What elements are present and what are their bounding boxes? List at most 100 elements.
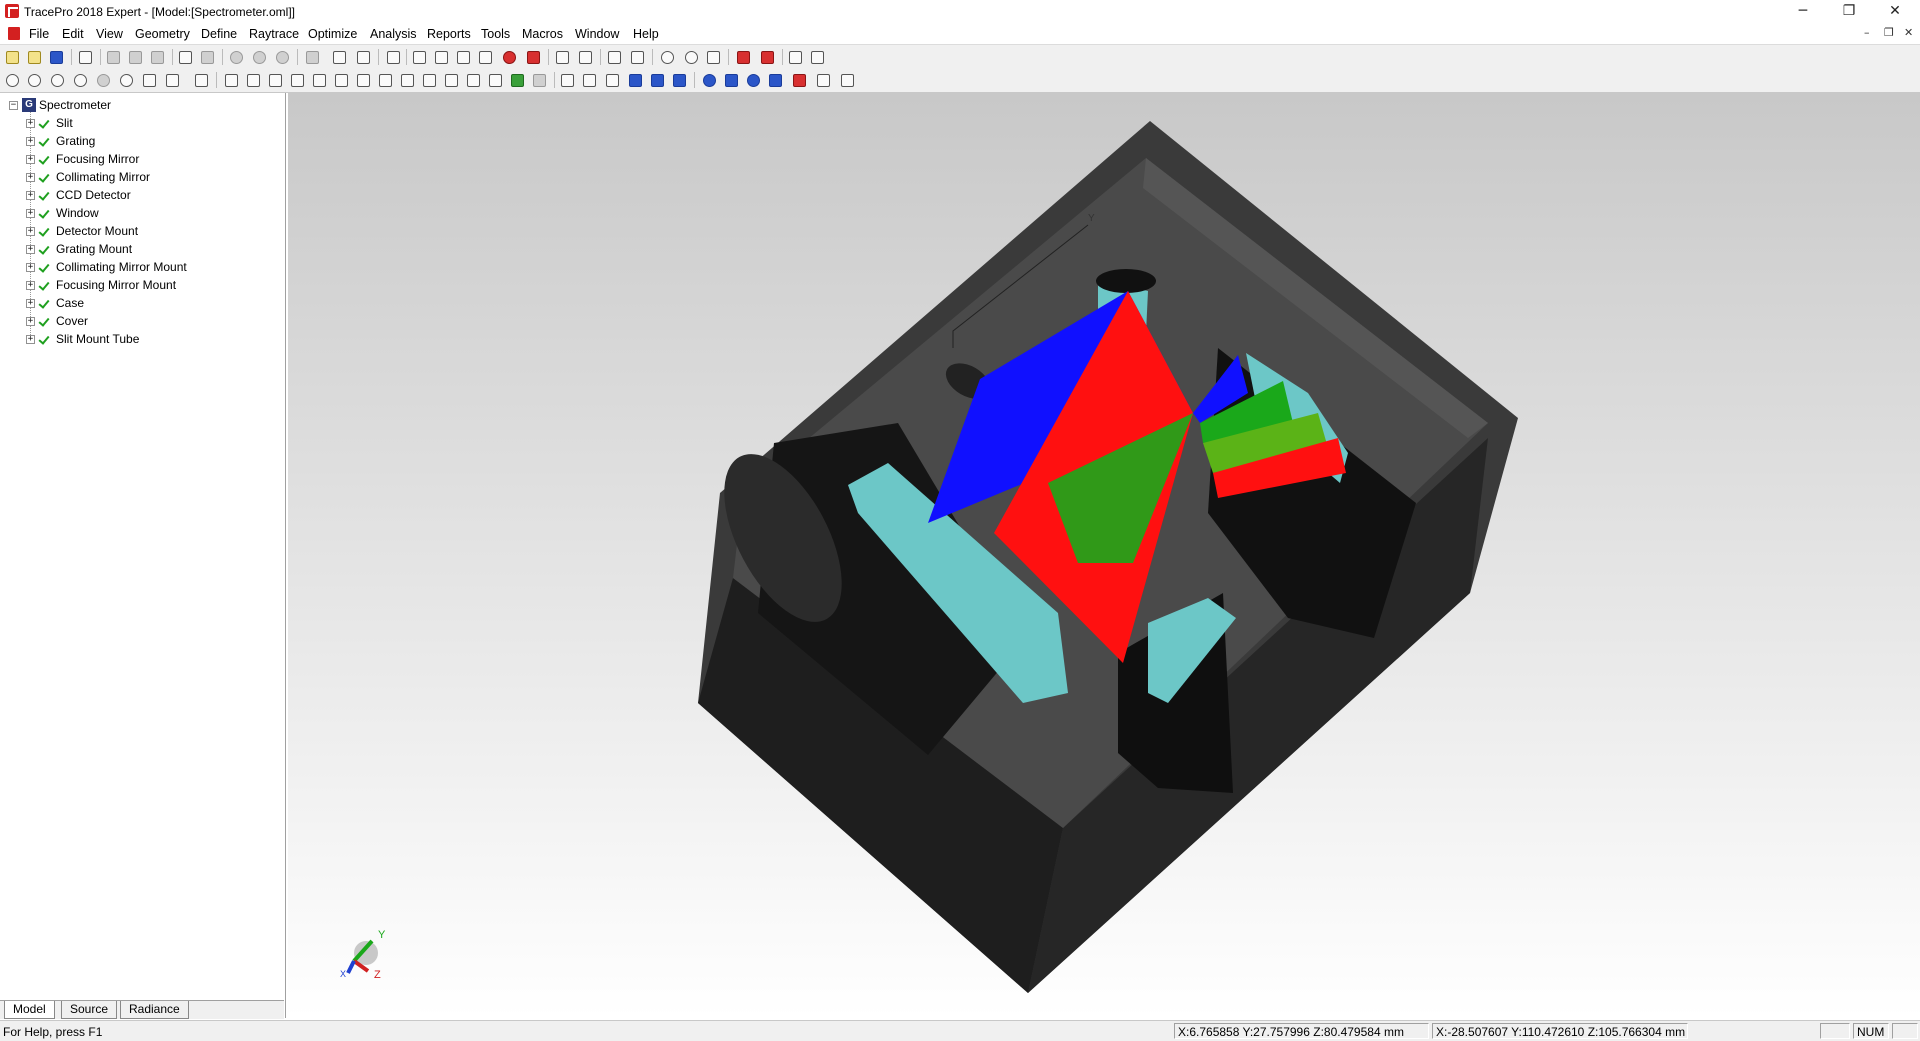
zoom-out-icon[interactable] <box>25 71 43 89</box>
source-properties-icon[interactable] <box>500 48 518 66</box>
minimize-button[interactable]: ─ <box>1780 0 1826 22</box>
print-icon[interactable] <box>76 48 94 66</box>
zoom-in-icon[interactable] <box>3 71 21 89</box>
polarization-icon[interactable] <box>658 48 676 66</box>
tab-radiance[interactable]: Radiance <box>120 1001 189 1019</box>
tree-item-ccd-detector[interactable]: + CCD Detector <box>26 186 131 204</box>
view-isometric-icon[interactable] <box>486 71 504 89</box>
zoom-selection-icon[interactable] <box>117 71 135 89</box>
context-help-icon[interactable] <box>808 48 826 66</box>
view-xz-icon[interactable] <box>266 71 284 89</box>
tree-item-case[interactable]: + Case <box>26 294 84 312</box>
menu-reports[interactable]: Reports <box>423 26 475 42</box>
expand-icon[interactable]: + <box>26 244 35 254</box>
tree-item-collimating-mirror[interactable]: + Collimating Mirror <box>26 168 150 186</box>
view-zy-icon[interactable] <box>332 71 350 89</box>
tree-item-grating-mount[interactable]: + Grating Mount <box>26 240 132 258</box>
ray-path-icon[interactable] <box>580 71 598 89</box>
menu-tools[interactable]: Tools <box>477 26 514 42</box>
show-rays-icon[interactable] <box>558 71 576 89</box>
move-object-icon[interactable] <box>303 48 321 66</box>
zoom-all-icon[interactable] <box>71 71 89 89</box>
view-neg-zy-icon[interactable] <box>464 71 482 89</box>
mdi-close-button[interactable]: ✕ <box>1904 26 1913 39</box>
lens-icon[interactable] <box>700 71 718 89</box>
grid-display-icon[interactable] <box>553 48 571 66</box>
tab-source[interactable]: Source <box>61 1001 118 1019</box>
view-hidden-icon[interactable] <box>530 71 548 89</box>
restore-button[interactable]: ❐ <box>1826 0 1872 22</box>
window-cascade-icon[interactable] <box>432 48 450 66</box>
cut-icon[interactable] <box>104 48 122 66</box>
tracepro-app-icon[interactable] <box>5 4 19 18</box>
menu-view[interactable]: View <box>92 26 127 42</box>
view-neg-xz-icon[interactable] <box>398 71 416 89</box>
expand-icon[interactable]: + <box>26 316 35 326</box>
zoom-previous-icon[interactable] <box>94 71 112 89</box>
view-zx-icon[interactable] <box>288 71 306 89</box>
view-neg-zx-icon[interactable] <box>420 71 438 89</box>
expand-icon[interactable]: + <box>26 280 35 290</box>
close-button[interactable]: ✕ <box>1872 0 1918 22</box>
tree-item-cover[interactable]: + Cover <box>26 312 88 330</box>
copy-icon[interactable] <box>126 48 144 66</box>
window-tile-vertical-icon[interactable] <box>476 48 494 66</box>
boolean-subtract-icon[interactable] <box>250 48 268 66</box>
tree-item-slit[interactable]: + Slit <box>26 114 73 132</box>
expand-icon[interactable]: + <box>26 334 35 344</box>
tree-item-collimating-mirror-mount[interactable]: + Collimating Mirror Mount <box>26 258 187 276</box>
menu-geometry[interactable]: Geometry <box>131 26 194 42</box>
expand-icon[interactable]: + <box>26 298 35 308</box>
view-yz-icon[interactable] <box>310 71 328 89</box>
expand-icon[interactable]: + <box>26 118 35 128</box>
candela-plot-icon[interactable] <box>576 48 594 66</box>
menu-file[interactable]: File <box>25 26 53 42</box>
blue-square-icon[interactable] <box>722 71 740 89</box>
irradiance-map-icon[interactable] <box>605 48 623 66</box>
ray-trace-icon[interactable] <box>734 48 752 66</box>
undo-icon[interactable] <box>176 48 194 66</box>
tree-item-detector-mount[interactable]: + Detector Mount <box>26 222 138 240</box>
expand-icon[interactable]: + <box>26 262 35 272</box>
wavelength-icon[interactable] <box>838 71 856 89</box>
globe-icon[interactable] <box>682 48 700 66</box>
view-shaded-icon[interactable] <box>508 71 526 89</box>
menu-raytrace[interactable]: Raytrace <box>245 26 303 42</box>
document-icon[interactable] <box>8 27 20 40</box>
view-xy-icon[interactable] <box>222 71 240 89</box>
menu-window[interactable]: Window <box>571 26 623 42</box>
p-properties-icon[interactable] <box>648 71 666 89</box>
tree-item-window[interactable]: + Window <box>26 204 99 222</box>
bracket-icon[interactable] <box>626 71 644 89</box>
menu-optimize[interactable]: Optimize <box>304 26 361 42</box>
menu-help[interactable]: Help <box>629 26 663 42</box>
rotate-free-icon[interactable] <box>163 71 181 89</box>
model-viewport[interactable]: Y Y Z X <box>288 93 1920 1018</box>
tree-item-slit-mount-tube[interactable]: + Slit Mount Tube <box>26 330 139 348</box>
menu-define[interactable]: Define <box>197 26 241 42</box>
expand-icon[interactable]: + <box>26 190 35 200</box>
view-yx-icon[interactable] <box>244 71 262 89</box>
reflector-icon[interactable] <box>766 71 784 89</box>
expand-icon[interactable]: + <box>26 208 35 218</box>
expand-icon[interactable]: + <box>26 154 35 164</box>
rotate-view-icon[interactable] <box>140 71 158 89</box>
view-neg-yx-icon[interactable] <box>376 71 394 89</box>
ruler-icon[interactable] <box>814 71 832 89</box>
window-single-icon[interactable] <box>410 48 428 66</box>
window-tile-horizontal-icon[interactable] <box>454 48 472 66</box>
expand-icon[interactable]: + <box>26 172 35 182</box>
save-icon[interactable] <box>47 48 65 66</box>
tree-item-focusing-mirror[interactable]: + Focusing Mirror <box>26 150 139 168</box>
mdi-minimize-button[interactable]: – <box>1864 26 1870 39</box>
grid-source-icon[interactable] <box>524 48 542 66</box>
properties-list-icon[interactable] <box>384 48 402 66</box>
menu-edit[interactable]: Edit <box>58 26 88 42</box>
zoom-window-icon[interactable] <box>48 71 66 89</box>
reverse-rays-icon[interactable] <box>603 71 621 89</box>
pan-icon[interactable] <box>192 71 210 89</box>
boolean-union-icon[interactable] <box>227 48 245 66</box>
tree-item-grating[interactable]: + Grating <box>26 132 95 150</box>
new-file-icon[interactable] <box>3 48 21 66</box>
model-render[interactable]: Y Y Z X <box>288 93 1920 1018</box>
